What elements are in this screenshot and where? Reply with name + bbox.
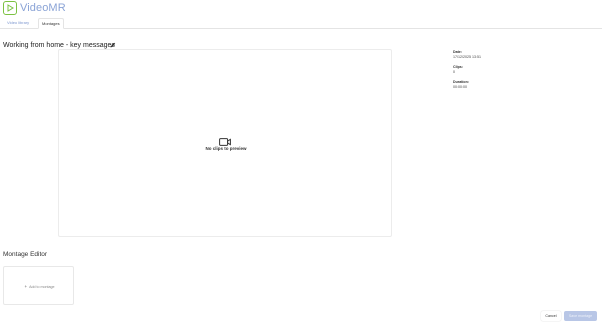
- tab-montages[interactable]: Montages: [38, 18, 64, 29]
- play-icon[interactable]: [3, 1, 17, 15]
- empty-preview-message: No clips to preview: [205, 146, 247, 151]
- pencil-icon[interactable]: [110, 35, 116, 48]
- clips-value: 0: [453, 70, 455, 74]
- app-logo-text[interactable]: VideoMR: [20, 2, 66, 14]
- page-title: Working from home - key messages: [3, 42, 115, 49]
- cancel-button[interactable]: Cancel: [541, 311, 561, 321]
- tab-video-library[interactable]: Video library: [4, 18, 32, 29]
- plus-icon: +: [24, 284, 28, 289]
- video-camera-icon: [219, 134, 231, 146]
- video-preview: No clips to preview: [58, 49, 392, 237]
- montage-editor-title: Montage Editor: [3, 251, 48, 258]
- top-bar: VideoMR: [0, 0, 602, 17]
- save-montage-button[interactable]: Save montage: [564, 311, 597, 321]
- date-value: 17/12/2025 13:51: [453, 55, 481, 59]
- add-to-montage-card[interactable]: + Add to montage: [3, 266, 74, 305]
- add-to-montage-label: Add to montage: [29, 285, 55, 289]
- add-to-montage-button[interactable]: + Add to montage: [4, 284, 75, 289]
- duration-value: 00:00:00: [453, 85, 467, 89]
- montage-details: Date: 17/12/2025 13:51 Clips: 0 Duration…: [453, 50, 553, 95]
- title-row: Working from home - key messages: [3, 34, 116, 49]
- tab-bar: Video library Montages: [0, 18, 602, 29]
